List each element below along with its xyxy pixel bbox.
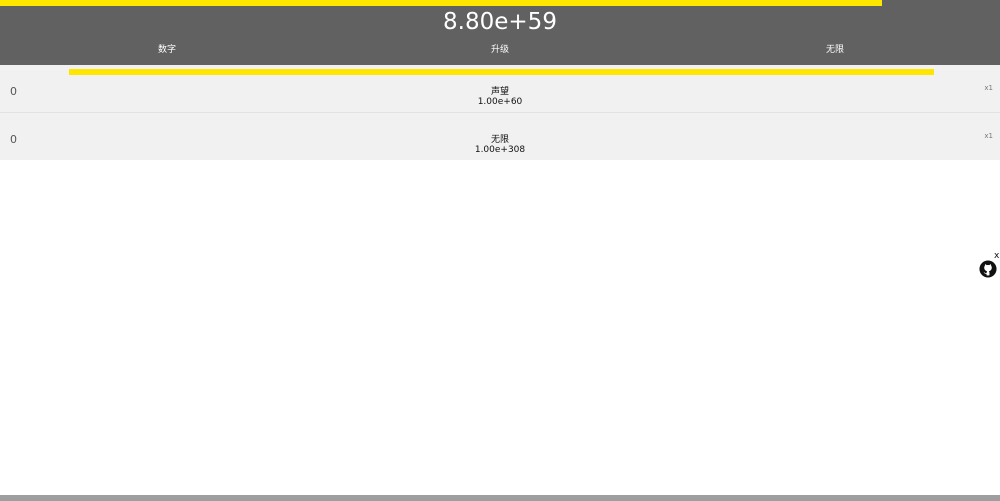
- infinity-title: 无限: [490, 135, 509, 145]
- github-widget: x: [978, 252, 1000, 278]
- section-progress-bar: [69, 69, 934, 75]
- prestige-title: 声望: [490, 87, 509, 97]
- app-root: 8.80e+59 数字 升级 无限 0 声望 1.00e+60 x1 0 无限 …: [0, 0, 1000, 501]
- main-number: 8.80e+59: [443, 9, 557, 35]
- top-progress-fill: [0, 0, 882, 6]
- tab-number[interactable]: 数字: [67, 43, 267, 57]
- infinity-multiplier[interactable]: x1: [984, 132, 993, 140]
- bottom-bar: [0, 495, 1000, 501]
- infinity-row[interactable]: 0 无限 1.00e+308 x1: [0, 113, 1000, 160]
- top-progress-bar: [0, 0, 1000, 6]
- tab-upgrade[interactable]: 升级: [400, 43, 600, 57]
- infinity-cost: 1.00e+308: [474, 145, 526, 155]
- tab-infinity[interactable]: 无限: [735, 43, 935, 57]
- header: 8.80e+59 数字 升级 无限: [0, 0, 1000, 65]
- prestige-multiplier[interactable]: x1: [984, 84, 993, 92]
- github-icon[interactable]: [979, 260, 997, 278]
- prestige-cost: 1.00e+60: [477, 97, 523, 107]
- section-progress-fill: [69, 69, 934, 75]
